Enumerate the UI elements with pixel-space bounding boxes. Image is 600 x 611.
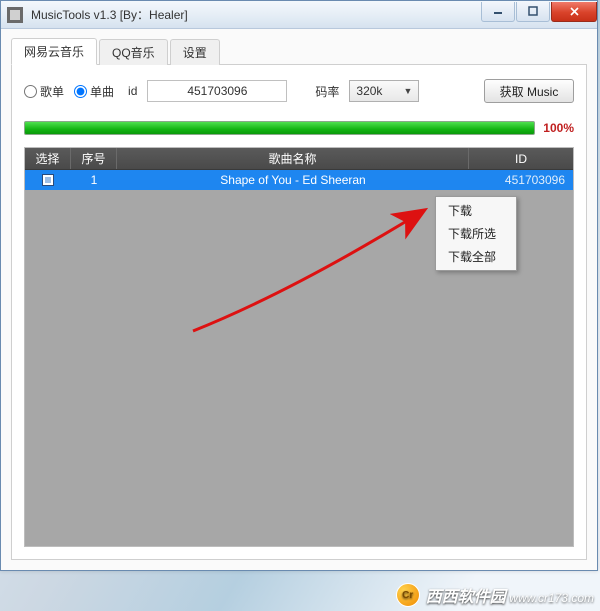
id-input[interactable]	[147, 80, 287, 102]
menu-item-download-sel[interactable]: 下载所选	[438, 222, 514, 245]
tab-panel: 歌单 单曲 id 码率 320k ▼ 获取 Music 100%	[11, 65, 587, 560]
window-controls	[480, 2, 597, 22]
maximize-button[interactable]	[516, 2, 550, 22]
radio-playlist-input[interactable]	[24, 85, 37, 98]
column-index[interactable]: 序号	[71, 148, 117, 169]
chevron-down-icon: ▼	[403, 86, 412, 96]
titlebar[interactable]: MusicTools v1.3 [By：Healer]	[1, 1, 597, 29]
row-select-cell[interactable]	[25, 174, 71, 186]
close-button[interactable]	[551, 2, 597, 22]
watermark-url: www.cr173.com	[509, 591, 594, 605]
grid-header: 选择 序号 歌曲名称 ID	[25, 148, 573, 170]
progress-percent: 100%	[543, 121, 574, 135]
app-icon	[7, 7, 23, 23]
radio-playlist-label: 歌单	[40, 83, 64, 100]
radio-single-label: 单曲	[90, 83, 114, 100]
bitrate-select[interactable]: 320k ▼	[349, 80, 419, 102]
tab-qqmusic[interactable]: QQ音乐	[99, 39, 168, 65]
radio-single[interactable]: 单曲	[74, 83, 114, 100]
row-index: 1	[71, 173, 117, 187]
menu-item-download[interactable]: 下载	[438, 199, 514, 222]
tab-settings[interactable]: 设置	[170, 39, 220, 65]
minimize-button[interactable]	[481, 2, 515, 22]
column-name[interactable]: 歌曲名称	[117, 148, 469, 169]
bitrate-selected: 320k	[356, 84, 382, 98]
table-row[interactable]: 1 Shape of You - Ed Sheeran 451703096	[25, 170, 573, 190]
row-song-name: Shape of You - Ed Sheeran	[117, 173, 469, 187]
watermark: Cr 西西软件园 www.cr173.com	[396, 583, 594, 607]
rate-label: 码率	[315, 83, 339, 100]
menu-item-download-all[interactable]: 下载全部	[438, 245, 514, 268]
tab-bar: 网易云音乐 QQ音乐 设置	[11, 37, 587, 65]
id-label: id	[128, 84, 137, 98]
context-menu: 下载 下载所选 下载全部	[435, 196, 517, 271]
progress-bar	[24, 121, 535, 135]
window-title: MusicTools v1.3 [By：Healer]	[29, 6, 480, 23]
radio-single-input[interactable]	[74, 85, 87, 98]
column-select[interactable]: 选择	[25, 148, 71, 169]
row-song-id: 451703096	[469, 173, 573, 187]
watermark-brand: 西西软件园	[426, 589, 506, 606]
row-checkbox[interactable]	[42, 174, 54, 186]
column-id[interactable]: ID	[469, 148, 573, 169]
fetch-music-button[interactable]: 获取 Music	[484, 79, 574, 103]
app-window: MusicTools v1.3 [By：Healer] 网易云音乐 QQ音乐 设…	[0, 0, 598, 571]
radio-playlist[interactable]: 歌单	[24, 83, 64, 100]
search-row: 歌单 单曲 id 码率 320k ▼ 获取 Music	[24, 79, 574, 103]
progress-area: 100%	[24, 121, 574, 135]
client-area: 网易云音乐 QQ音乐 设置 歌单 单曲 id 码率 320k ▼	[1, 29, 597, 570]
watermark-logo-icon: Cr	[396, 583, 420, 607]
tab-netease[interactable]: 网易云音乐	[11, 38, 97, 65]
